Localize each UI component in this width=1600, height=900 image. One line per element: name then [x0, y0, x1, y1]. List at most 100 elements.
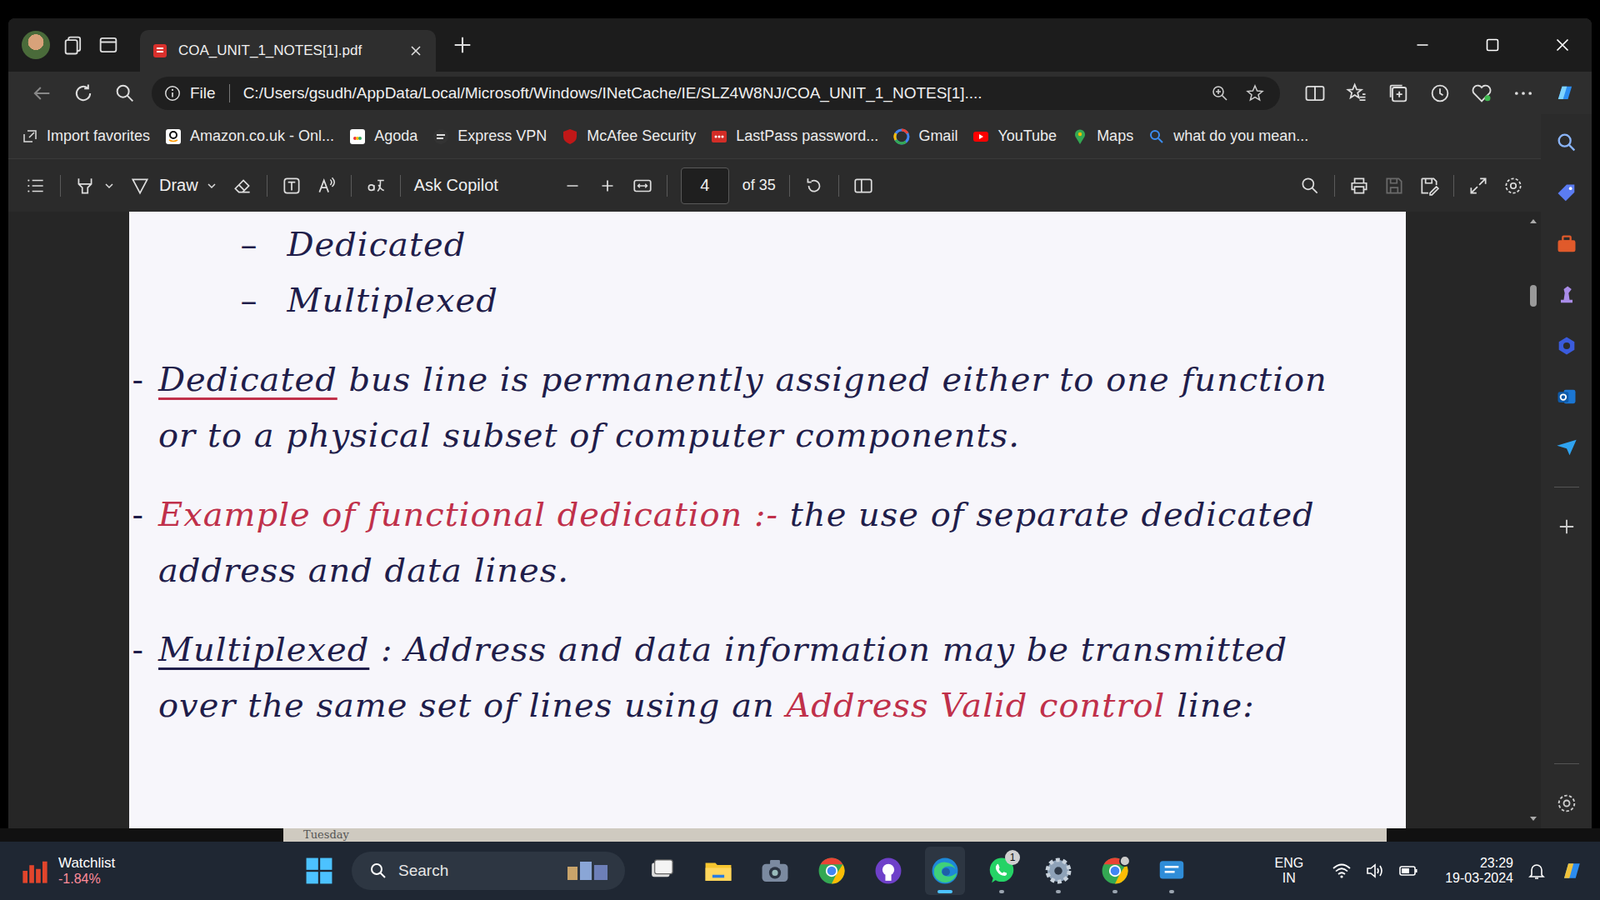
copilot-tray-icon[interactable] — [1560, 858, 1585, 884]
taskbar-app[interactable] — [698, 846, 739, 895]
windows-start-icon[interactable] — [303, 855, 335, 887]
highlight-icon[interactable] — [74, 175, 96, 197]
save-as-icon[interactable] — [1418, 175, 1440, 197]
scroll-down-icon[interactable] — [1528, 813, 1539, 824]
notification-bell-icon[interactable] — [1526, 860, 1547, 881]
taskbar-app[interactable] — [641, 846, 682, 895]
favorite-item[interactable]: Gmail — [893, 127, 958, 145]
zoom-in-icon[interactable] — [596, 175, 619, 197]
draw-pen-icon — [129, 175, 151, 197]
zoom-icon[interactable] — [1206, 83, 1234, 104]
taskbar-search[interactable]: Search — [351, 851, 625, 890]
favorite-item[interactable]: LastPass password... — [710, 127, 879, 145]
favorite-label: Import favorites — [46, 127, 150, 145]
favorite-item[interactable]: Amazon.co.uk - Onl... — [165, 127, 335, 145]
bing-search-icon — [1148, 128, 1165, 145]
search-icon[interactable] — [110, 81, 140, 105]
text-box-icon[interactable] — [280, 175, 303, 197]
address-field[interactable]: FileC:/Users/gsudh/AppData/Local/Microso… — [151, 76, 1280, 110]
taskbar-app[interactable]: 1 — [981, 846, 1022, 895]
favorite-star-icon[interactable] — [1241, 83, 1269, 104]
clock[interactable]: 23:2919-03-2024 — [1445, 855, 1514, 886]
outlook-icon[interactable] — [1555, 385, 1579, 409]
favorite-item[interactable]: Maps — [1071, 127, 1134, 145]
minimize-icon[interactable] — [1393, 34, 1452, 56]
chevron-down-icon[interactable] — [205, 179, 219, 193]
taskbar-app[interactable] — [868, 846, 909, 895]
favorite-label: YouTube — [997, 127, 1057, 145]
favorite-item[interactable]: what do you mean... — [1148, 127, 1309, 145]
taskbar-app[interactable] — [755, 846, 795, 895]
favorite-item[interactable]: Import favorites — [21, 127, 150, 145]
taskbar-app[interactable] — [1038, 846, 1079, 895]
note-segment: Address Valid control — [785, 685, 1165, 725]
page-number-field[interactable]: 4 — [680, 167, 730, 205]
favorite-item[interactable]: Agoda — [349, 127, 418, 145]
performance-icon[interactable] — [1466, 81, 1497, 105]
chevron-down-icon[interactable] — [102, 179, 116, 193]
history-icon[interactable] — [1425, 81, 1455, 105]
shopping-tag-icon[interactable] — [1555, 181, 1579, 205]
add-icon[interactable] — [1555, 515, 1579, 539]
search-icon[interactable] — [1555, 130, 1579, 155]
more-menu-icon[interactable] — [1508, 81, 1539, 105]
favorite-label: Gmail — [918, 127, 958, 145]
translate-icon[interactable] — [365, 175, 387, 197]
refresh-icon[interactable] — [68, 81, 99, 105]
eraser-icon[interactable] — [231, 175, 254, 197]
save-icon[interactable] — [1383, 175, 1405, 197]
zoom-out-icon[interactable] — [561, 175, 584, 197]
url-scheme: File — [190, 84, 216, 103]
workspaces-icon[interactable] — [61, 33, 85, 57]
favorite-item[interactable]: Express VPN — [432, 127, 547, 145]
split-screen-icon[interactable] — [1300, 81, 1330, 105]
send-icon[interactable] — [1555, 435, 1579, 460]
ask-copilot-button[interactable]: Ask Copilot — [414, 175, 499, 195]
info-icon[interactable] — [163, 84, 182, 103]
watchlist-widget[interactable]: Watchlist-1.84% — [20, 855, 270, 887]
contents-list-icon[interactable] — [25, 175, 47, 197]
maximize-icon[interactable] — [1463, 34, 1522, 56]
fit-width-icon[interactable] — [631, 175, 654, 197]
scroll-up-icon[interactable] — [1528, 216, 1539, 227]
draw-button[interactable]: Draw — [129, 175, 199, 197]
edge-sidebar — [1540, 114, 1592, 829]
copilot-icon[interactable] — [1550, 81, 1580, 105]
games-icon[interactable] — [1555, 283, 1579, 307]
browser-tab[interactable]: COA_UNIT_1_NOTES[1].pdf — [140, 30, 436, 72]
page-view-icon[interactable] — [852, 175, 875, 197]
volume-icon[interactable] — [1365, 860, 1385, 881]
tools-icon[interactable] — [1555, 232, 1579, 256]
close-tab-icon[interactable] — [407, 42, 425, 60]
toolbar-separator — [400, 175, 401, 197]
rotate-icon[interactable] — [803, 175, 825, 197]
fullscreen-icon[interactable] — [1467, 175, 1490, 197]
battery-icon[interactable] — [1398, 860, 1419, 881]
profile-avatar-icon[interactable] — [21, 30, 50, 60]
favorite-item[interactable]: McAfee Security — [561, 127, 696, 145]
scrollbar[interactable] — [1525, 211, 1541, 829]
taskbar-app[interactable] — [811, 846, 852, 895]
taskbar-app[interactable] — [1095, 846, 1135, 895]
favorite-item[interactable]: YouTube — [972, 127, 1057, 145]
language-indicator[interactable]: ENGIN — [1274, 855, 1304, 886]
collections-icon[interactable] — [1383, 81, 1414, 105]
settings-gear-icon[interactable] — [1502, 175, 1525, 197]
wifi-icon[interactable] — [1331, 860, 1352, 881]
taskbar-app[interactable] — [925, 846, 965, 895]
read-aloud-icon[interactable] — [315, 175, 338, 197]
taskbar-app[interactable] — [1151, 846, 1192, 895]
favorites-icon[interactable] — [1341, 81, 1372, 105]
scroll-thumb[interactable] — [1530, 285, 1537, 307]
close-window-icon[interactable] — [1533, 34, 1592, 56]
favorite-label: Express VPN — [457, 127, 547, 145]
remote-desktop-icon — [1155, 855, 1188, 887]
new-tab-icon[interactable] — [450, 33, 475, 57]
find-icon[interactable] — [1299, 175, 1321, 197]
print-icon[interactable] — [1348, 175, 1370, 197]
sidebar-settings-icon[interactable] — [1555, 791, 1579, 815]
back-icon[interactable] — [26, 81, 57, 105]
copilot-sidebar-icon[interactable] — [1555, 334, 1579, 358]
note-text: Multiplexed — [287, 272, 499, 329]
vertical-tabs-icon[interactable] — [96, 33, 120, 57]
